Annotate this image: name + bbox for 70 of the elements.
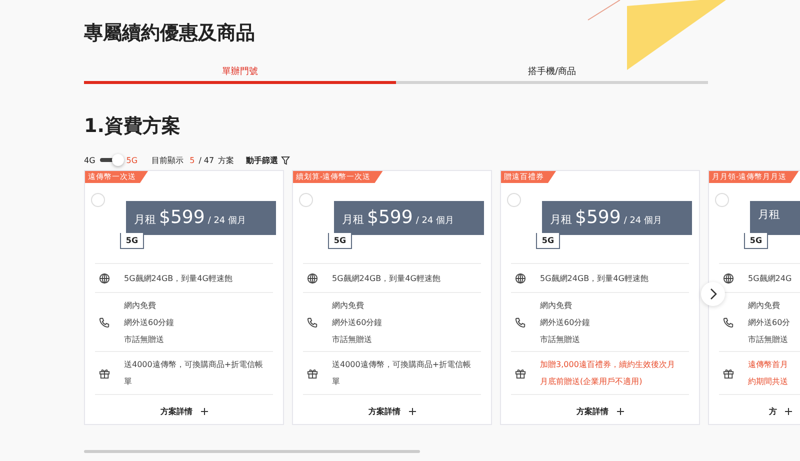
- data-allowance: 5G飆網24GB，到量4G輕速飽: [124, 272, 232, 284]
- network-tag: 5G: [744, 233, 768, 249]
- plus-icon: [200, 408, 208, 415]
- next-arrow-button[interactable]: [701, 282, 725, 306]
- tab[interactable]: 搭手機/商品: [396, 66, 708, 84]
- gift-icon: [515, 368, 526, 378]
- section-title: 1.資費方案: [84, 114, 182, 138]
- network-tag: 5G: [536, 233, 560, 249]
- gift-benefit: 約期間共送: [748, 376, 788, 387]
- voice-benefit: 網外送60分鐘: [332, 316, 382, 328]
- filter-button[interactable]: 動手篩選: [246, 154, 290, 166]
- toggle-label: 4G: [84, 156, 96, 164]
- voice-benefit: 網外送60分: [748, 316, 790, 328]
- toggle-label: 5G: [126, 156, 138, 164]
- price-tag: 月租 $599 / 24 個月: [334, 201, 484, 235]
- gift-icon: [723, 368, 734, 378]
- plan-details-button[interactable]: 方: [719, 395, 800, 424]
- data-allowance: 5G飆網24GB，到量4G輕速飽: [332, 272, 440, 284]
- showing-label: 目前顯示: [152, 154, 184, 166]
- voice-benefit: 網內免費: [748, 300, 781, 310]
- gift-benefit: 送4000遠傳幣，可換購商品+折電信帳: [332, 359, 472, 370]
- plan-details-button[interactable]: 方案詳情: [95, 395, 273, 424]
- filter-icon: [281, 156, 290, 164]
- gift-benefit: 加贈3,000遠百禮券，續約生效後次月: [540, 359, 675, 370]
- plus-icon: [616, 408, 624, 415]
- page-title: 專屬續約優惠及商品: [84, 21, 255, 45]
- globe-icon: [99, 272, 110, 284]
- voice-benefit: 網內免費: [332, 300, 365, 310]
- plus-icon: [408, 408, 416, 415]
- voice-benefit: 網內免費: [124, 300, 157, 310]
- price-tag: 月租 $599 / 24 個月: [542, 201, 692, 235]
- phone-icon: [515, 316, 526, 328]
- phone-icon: [723, 316, 734, 328]
- voice-benefit: 市話無贈送: [124, 334, 165, 344]
- plan-details-button[interactable]: 方案詳情: [511, 395, 689, 424]
- voice-benefit: 市話無贈送: [332, 334, 373, 344]
- price-tag: 月租: [750, 201, 800, 235]
- globe-icon: [723, 272, 734, 284]
- gift-benefit: 單: [124, 376, 133, 387]
- gift-benefit: 單: [332, 376, 341, 387]
- voice-benefit: 網內免費: [540, 300, 573, 310]
- chevron-right-icon: [710, 288, 716, 300]
- shown-count: 5: [190, 156, 195, 164]
- gift-benefit: 遠傳幣首月: [748, 359, 788, 370]
- data-allowance: 5G飆網24GB，到量4G輕速飽: [540, 272, 648, 284]
- plan-details-button[interactable]: 方案詳情: [303, 395, 481, 424]
- gift-benefit: 送4000遠傳幣，可換購商品+折電信帳: [124, 359, 264, 370]
- plan-radio[interactable]: [715, 193, 729, 207]
- plus-icon: [785, 408, 792, 415]
- plan-radio[interactable]: [91, 193, 105, 207]
- voice-benefit: 市話無贈送: [540, 334, 581, 344]
- voice-benefit: 市話無贈送: [748, 334, 789, 344]
- plan-radio[interactable]: [299, 193, 313, 207]
- globe-icon: [515, 272, 526, 284]
- phone-icon: [307, 316, 318, 328]
- total-count: / 47: [198, 156, 214, 164]
- count-unit: 方案: [218, 154, 234, 166]
- voice-benefit: 網外送60分鐘: [124, 316, 174, 328]
- price-tag: 月租 $599 / 24 個月: [126, 201, 276, 235]
- globe-icon: [307, 272, 318, 284]
- voice-benefit: 網外送60分鐘: [540, 316, 590, 328]
- gift-benefit: 月底前贈送(企業用戶不適用): [540, 376, 644, 387]
- tab[interactable]: 單辦門號: [84, 66, 396, 84]
- network-tag: 5G: [328, 233, 352, 249]
- gift-icon: [99, 368, 110, 378]
- data-allowance: 5G飆網24G: [748, 272, 792, 284]
- phone-icon: [99, 316, 110, 328]
- network-tag: 5G: [120, 233, 144, 249]
- plan-radio[interactable]: [507, 193, 521, 207]
- gift-icon: [307, 368, 318, 378]
